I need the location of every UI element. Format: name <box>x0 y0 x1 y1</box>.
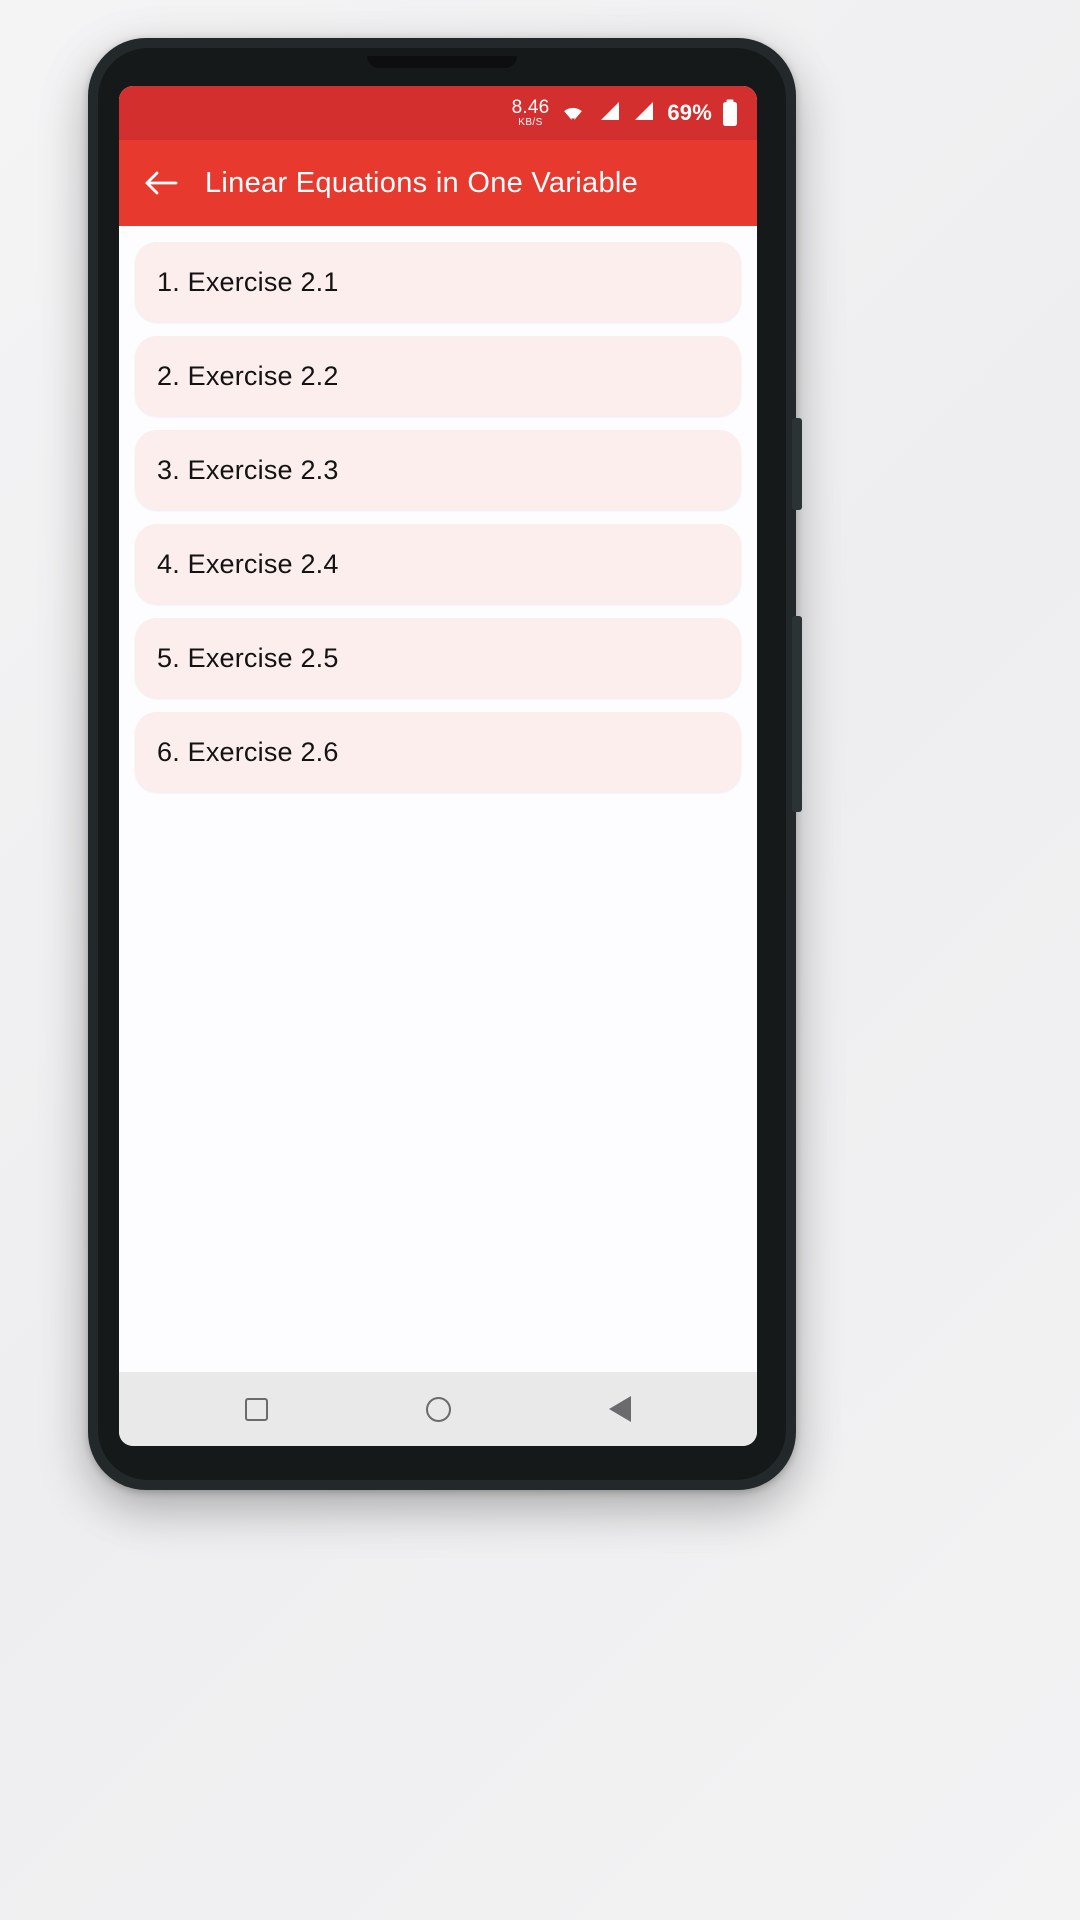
network-speed-indicator: 8.46 KB/S <box>512 98 550 128</box>
list-item-label: 6. Exercise 2.6 <box>157 736 339 767</box>
volume-button[interactable] <box>792 418 802 510</box>
wifi-icon <box>558 101 588 125</box>
network-speed-value: 8.46 <box>511 97 550 118</box>
list-item-label: 4. Exercise 2.4 <box>157 548 339 579</box>
triangle-back-icon[interactable] <box>592 1381 648 1437</box>
phone-device-frame: 8.46 KB/S 69% Linear Equations in One Va… <box>88 38 802 1490</box>
signal-bars-icon <box>597 99 622 128</box>
list-item[interactable]: 3. Exercise 2.3 <box>135 430 741 510</box>
list-item[interactable]: 6. Exercise 2.6 <box>135 712 741 792</box>
phone-screen: 8.46 KB/S 69% Linear Equations in One Va… <box>119 86 757 1446</box>
battery-percent-label: 69% <box>667 100 712 125</box>
list-item-label: 5. Exercise 2.5 <box>157 642 339 673</box>
status-bar: 8.46 KB/S 69% <box>119 86 757 140</box>
list-item[interactable]: 2. Exercise 2.2 <box>135 336 741 416</box>
list-item[interactable]: 5. Exercise 2.5 <box>135 618 741 698</box>
square-recents-icon[interactable] <box>228 1381 284 1437</box>
exercise-list: 1. Exercise 2.1 2. Exercise 2.2 3. Exerc… <box>119 226 757 1372</box>
circle-home-icon[interactable] <box>410 1381 466 1437</box>
earpiece-speaker-notch <box>367 56 517 68</box>
screenshot-canvas: 8.46 KB/S 69% Linear Equations in One Va… <box>0 0 1080 1920</box>
list-item[interactable]: 1. Exercise 2.1 <box>135 242 741 322</box>
list-item[interactable]: 4. Exercise 2.4 <box>135 524 741 604</box>
power-button[interactable] <box>792 616 802 812</box>
back-arrow-icon[interactable] <box>139 160 185 206</box>
list-item-label: 2. Exercise 2.2 <box>157 360 339 391</box>
signal-bars-icon <box>631 99 656 128</box>
list-item-label: 1. Exercise 2.1 <box>157 266 339 297</box>
android-navigation-bar <box>119 1372 757 1446</box>
battery-icon <box>721 99 739 127</box>
page-title: Linear Equations in One Variable <box>205 166 639 199</box>
network-speed-unit: KB/S <box>518 117 543 128</box>
app-bar: Linear Equations in One Variable <box>119 140 757 226</box>
list-item-label: 3. Exercise 2.3 <box>157 454 339 485</box>
